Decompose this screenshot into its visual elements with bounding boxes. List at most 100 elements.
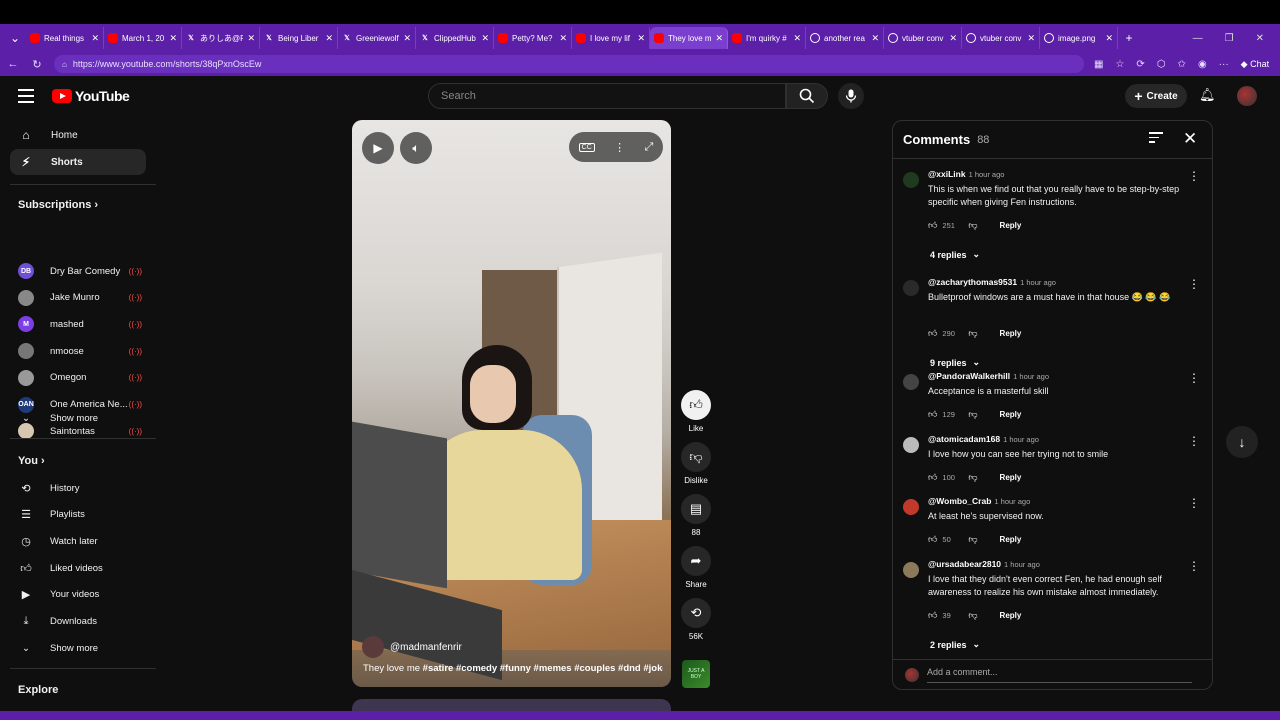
sidebar-item-history[interactable]: ⟲ History (18, 477, 142, 499)
hamburger-menu-icon[interactable] (18, 89, 34, 103)
comment-author[interactable]: @zacharythomas9531 (928, 277, 1017, 287)
like-button[interactable]: 👍︎ Like (678, 390, 714, 433)
apps-icon[interactable]: ▦ (1094, 59, 1103, 70)
browser-tab[interactable]: 𝕏 Being Liber ✕ (260, 27, 338, 49)
profile-icon[interactable]: ◉ (1198, 59, 1207, 70)
address-bar[interactable]: ⌂ https://www.youtube.com/shorts/38qPxnO… (54, 55, 1084, 73)
restore-icon[interactable]: ❐ (1225, 33, 1234, 44)
channel-handle[interactable]: @madmanfenrir (390, 642, 462, 653)
scroll-down-arrow-icon[interactable]: ↓ (1226, 426, 1258, 458)
subscription-item[interactable]: nmoose ((·)) (18, 340, 142, 362)
avatar[interactable] (903, 280, 919, 296)
search-input[interactable]: Search (428, 83, 786, 109)
thumbs-down-icon[interactable]: 👎︎ (968, 328, 977, 339)
dislike-button[interactable]: 👎︎ Dislike (678, 442, 714, 485)
view-replies-button[interactable]: 9 replies ⌄ (930, 357, 980, 368)
sidebar-item-watch-later[interactable]: ◷ Watch later (18, 530, 142, 552)
favorites-icon[interactable]: ✩ (1178, 59, 1186, 70)
minimize-icon[interactable]: — (1193, 33, 1203, 44)
sort-icon[interactable] (1149, 132, 1163, 146)
browser-tab[interactable]: Real things ✕ (26, 27, 104, 49)
subscription-item[interactable]: Omegon ((·)) (18, 367, 142, 389)
thumbs-down-icon[interactable]: 👎︎ (968, 534, 977, 545)
tab-close-icon[interactable]: ✕ (403, 33, 411, 44)
tab-close-icon[interactable]: ✕ (793, 33, 801, 44)
favorite-star-icon[interactable]: ☆ (1115, 59, 1124, 70)
tab-close-icon[interactable]: ✕ (1027, 33, 1035, 44)
tab-close-icon[interactable]: ✕ (559, 33, 567, 44)
more-vert-icon[interactable]: ⋮ (614, 141, 625, 154)
thumbs-down-icon[interactable]: 👎︎ (968, 409, 977, 420)
browser-tab[interactable]: Petty? Me? ✕ (494, 27, 572, 49)
browser-tab[interactable]: vtuber conv ✕ (884, 27, 962, 49)
reply-button[interactable]: Reply (1000, 410, 1022, 419)
comment-menu-icon[interactable]: ⋮ (1188, 559, 1200, 573)
browser-tab[interactable]: 𝕏 ClippedHub ✕ (416, 27, 494, 49)
reply-button[interactable]: Reply (1000, 611, 1022, 620)
reply-button[interactable]: Reply (1000, 221, 1022, 230)
browser-tab[interactable]: March 1, 20 ✕ (104, 27, 182, 49)
sidebar-show-more[interactable]: ⌄ Show more (18, 407, 142, 429)
create-button[interactable]: + Create (1125, 84, 1187, 108)
comment-author[interactable]: @ursadabear2810 (928, 559, 1001, 569)
search-button[interactable] (786, 83, 828, 109)
comment-menu-icon[interactable]: ⋮ (1188, 277, 1200, 291)
account-avatar[interactable] (1237, 86, 1257, 106)
comment-menu-icon[interactable]: ⋮ (1188, 496, 1200, 510)
browser-tab[interactable]: I'm quirky # ✕ (728, 27, 806, 49)
thumbs-up-icon[interactable]: 👍︎ (928, 472, 937, 483)
tab-close-icon[interactable]: ✕ (637, 33, 645, 44)
shorts-video-player[interactable]: ▶ 🔈︎ CC ⋮ ⤢ @madmanfenrir They love me #… (352, 120, 671, 687)
comment-author[interactable]: @Wombo_Crab (928, 496, 991, 506)
reload-icon[interactable]: ↻ (30, 58, 44, 71)
comments-button[interactable]: ▤ 88 (678, 494, 714, 537)
comment-timestamp[interactable]: 1 hour ago (1013, 372, 1049, 381)
new-tab-plus-icon[interactable]: + (1118, 31, 1140, 45)
subscription-item[interactable]: Jake Munro ((·)) (18, 287, 142, 309)
tab-close-icon[interactable]: ✕ (1105, 33, 1113, 44)
play-button[interactable]: ▶ (362, 132, 394, 164)
channel-info[interactable]: @madmanfenrir (362, 636, 462, 658)
browser-tab[interactable]: 𝕏 ありしあ@Re ✕ (182, 27, 260, 49)
thumbs-up-icon[interactable]: 👍︎ (928, 610, 937, 621)
tab-menu-chevron-icon[interactable]: ⌄ (4, 31, 26, 45)
tab-close-icon[interactable]: ✕ (481, 33, 489, 44)
avatar[interactable] (903, 562, 919, 578)
share-button[interactable]: ➦ Share (678, 546, 714, 589)
avatar[interactable] (903, 499, 919, 515)
tab-close-icon[interactable]: ✕ (325, 33, 333, 44)
remix-button[interactable]: ⟲ 56K (678, 598, 714, 641)
subscription-item[interactable]: DB Dry Bar Comedy ((·)) (18, 260, 142, 282)
add-comment-input[interactable]: Add a comment... (927, 667, 1192, 683)
sidebar-item-your-videos[interactable]: ▶ Your videos (18, 584, 142, 606)
comment-author[interactable]: @atomicadam168 (928, 434, 1000, 444)
sound-thumbnail[interactable]: JUST A BOY (678, 660, 714, 688)
browser-tab[interactable]: 𝕏 Greeniewolf ✕ (338, 27, 416, 49)
comment-author[interactable]: @PandoraWalkerhill (928, 371, 1010, 381)
tab-close-icon[interactable]: ✕ (715, 33, 723, 44)
tab-close-icon[interactable]: ✕ (871, 33, 879, 44)
view-replies-button[interactable]: 4 replies ⌄ (930, 249, 980, 260)
avatar[interactable] (903, 374, 919, 390)
tab-close-icon[interactable]: ✕ (949, 33, 957, 44)
mute-button[interactable]: 🔈︎ (400, 132, 432, 164)
voice-search-button[interactable] (838, 83, 864, 109)
subscriptions-heading[interactable]: Subscriptions › (18, 199, 98, 211)
thumbs-down-icon[interactable]: 👎︎ (968, 472, 977, 483)
thumbs-up-icon[interactable]: 👍︎ (928, 220, 937, 231)
comment-timestamp[interactable]: 1 hour ago (969, 170, 1005, 179)
reply-button[interactable]: Reply (1000, 535, 1022, 544)
reply-button[interactable]: Reply (1000, 473, 1022, 482)
browser-tab[interactable]: They love m ✕ (650, 27, 728, 49)
sidebar-item-home[interactable]: ⌂ Home (10, 122, 146, 148)
thumbs-down-icon[interactable]: 👎︎ (968, 610, 977, 621)
close-window-icon[interactable]: ✕ (1256, 33, 1264, 44)
browser-tab[interactable]: image.png ✕ (1040, 27, 1118, 49)
thumbs-up-icon[interactable]: 👍︎ (928, 328, 937, 339)
tab-close-icon[interactable]: ✕ (169, 33, 177, 44)
refresh-extension-icon[interactable]: ⟳ (1136, 59, 1144, 70)
reply-button[interactable]: Reply (1000, 329, 1022, 338)
comment-menu-icon[interactable]: ⋮ (1188, 371, 1200, 385)
you-heading[interactable]: You › (18, 455, 45, 467)
tab-close-icon[interactable]: ✕ (91, 33, 99, 44)
